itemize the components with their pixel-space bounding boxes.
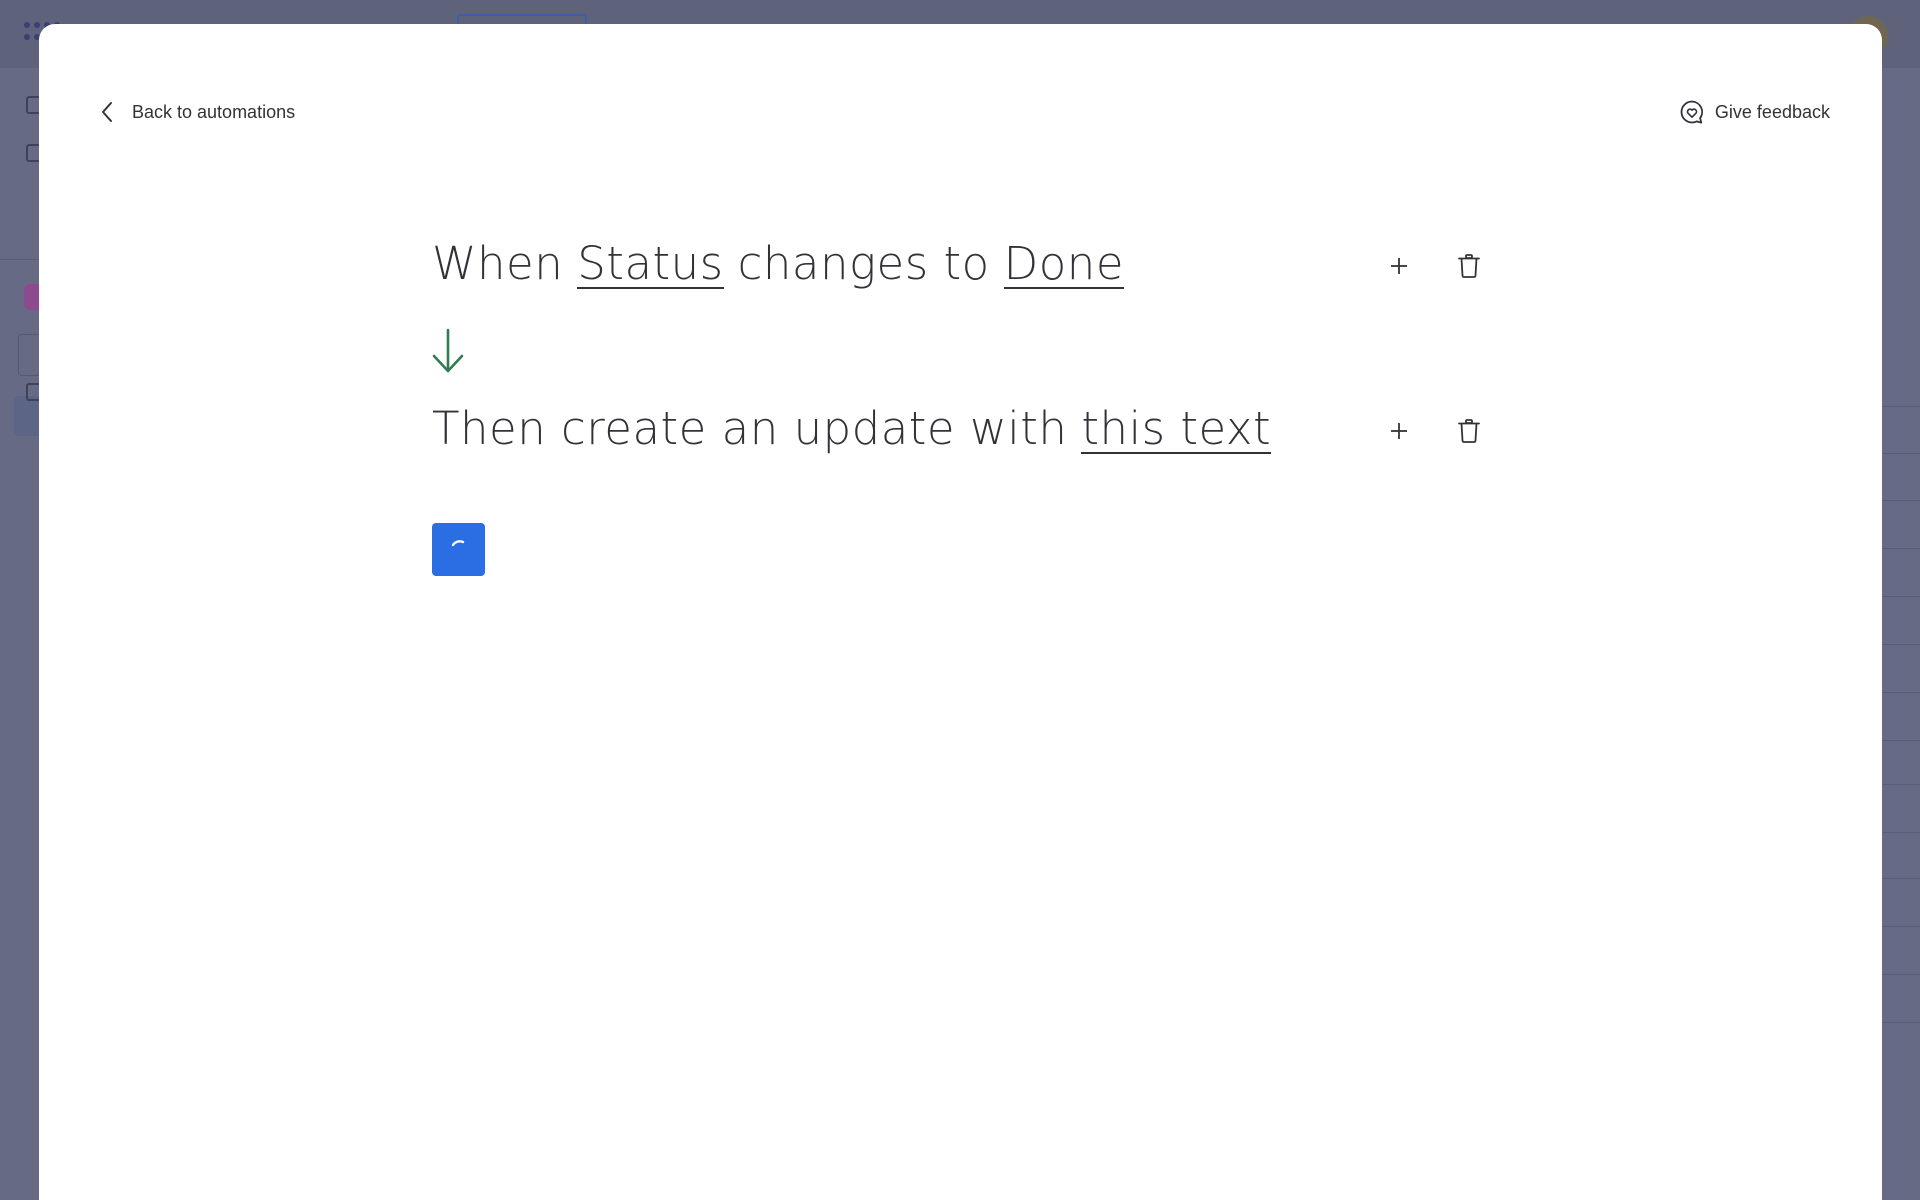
plus-icon <box>1391 258 1407 274</box>
action-text-token[interactable]: this text <box>1081 405 1272 455</box>
spinner-icon <box>451 539 464 546</box>
table-row-divider <box>1882 878 1920 879</box>
add-action-button[interactable] <box>1379 411 1419 451</box>
back-to-automations-link[interactable]: Back to automations <box>95 94 295 130</box>
table-row-divider <box>1882 596 1920 597</box>
create-automation-button[interactable] <box>432 523 485 576</box>
feedback-heart-bubble-icon <box>1679 99 1705 125</box>
table-row-divider <box>1882 926 1920 927</box>
table-row-divider <box>1882 500 1920 501</box>
arrow-down-icon <box>432 328 464 373</box>
table-row-divider <box>1882 974 1920 975</box>
action-words: Then create an update with <box>432 402 1068 455</box>
table-row-divider <box>1882 406 1920 407</box>
trigger-column-token[interactable]: Status <box>577 240 724 290</box>
table-row-divider <box>1882 832 1920 833</box>
trash-icon <box>1458 254 1480 278</box>
trigger-actions <box>1379 246 1489 286</box>
table-row-divider <box>1882 644 1920 645</box>
table-row-divider <box>1882 453 1920 454</box>
table-row-divider <box>1882 692 1920 693</box>
table-row-divider <box>1882 1022 1920 1023</box>
delete-action-button[interactable] <box>1449 411 1489 451</box>
trigger-word-when: When <box>432 237 564 290</box>
trigger-value-token[interactable]: Done <box>1003 240 1125 290</box>
delete-trigger-button[interactable] <box>1449 246 1489 286</box>
add-condition-button[interactable] <box>1379 246 1419 286</box>
chevron-left-icon <box>95 100 119 124</box>
trigger-sentence: When Status changes to Done <box>432 237 1125 290</box>
table-row-divider <box>1882 784 1920 785</box>
table-row-divider <box>1882 548 1920 549</box>
trigger-word-changes-to: changes to <box>737 237 990 290</box>
automation-editor-modal: Back to automations Give feedback When S… <box>39 24 1882 1200</box>
feedback-link-label: Give feedback <box>1714 101 1830 122</box>
table-row-divider <box>1882 740 1920 741</box>
give-feedback-link[interactable]: Give feedback <box>1679 94 1830 130</box>
action-actions <box>1379 411 1489 451</box>
action-sentence: Then create an update with this text <box>432 402 1272 455</box>
back-link-label: Back to automations <box>132 101 296 122</box>
trash-icon <box>1458 419 1480 443</box>
plus-icon <box>1391 423 1407 439</box>
